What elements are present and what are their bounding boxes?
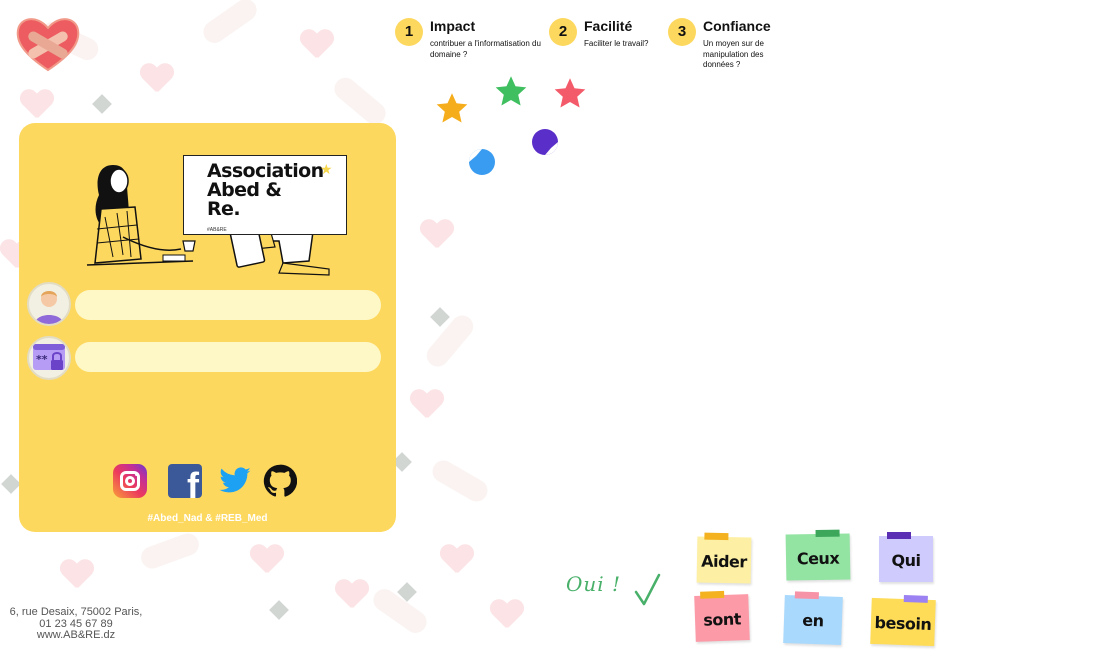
svg-text:**: ** — [36, 353, 48, 366]
dot-sticker-icon — [469, 149, 495, 175]
step-number: 2 — [549, 18, 577, 46]
team-illustration: Association Abed & Re. ★ #AB&RE — [83, 137, 347, 277]
heart-decoration — [300, 30, 334, 60]
logo-icon — [14, 14, 82, 74]
heart-decoration — [335, 580, 369, 610]
password-input[interactable] — [75, 342, 381, 372]
heart-decoration — [20, 90, 54, 120]
step-description: Un moyen sur de manipulation des données… — [703, 39, 764, 69]
facebook-glyph: f — [187, 465, 199, 499]
step-title: Impact — [430, 18, 476, 34]
twitter-icon[interactable] — [218, 464, 252, 498]
hashtag-text: #Abed_Nad & #REB_Med — [147, 513, 268, 524]
oui-handwriting: Oui ! — [566, 572, 622, 596]
facebook-icon[interactable]: f — [168, 464, 202, 498]
step-title: Confiance — [703, 18, 771, 34]
instagram-icon[interactable] — [113, 464, 147, 498]
sticky-note-label: Aider — [701, 551, 747, 572]
sticky-note-label: sont — [702, 609, 742, 630]
sticky-note-label: besoin — [874, 613, 932, 634]
diamond-decoration — [92, 94, 112, 114]
check-icon — [634, 573, 661, 606]
diamond-decoration — [269, 600, 289, 620]
star-icon — [495, 76, 527, 106]
heart-decoration — [410, 390, 444, 420]
hand-decoration — [428, 456, 492, 506]
sticky-note-label: en — [802, 610, 824, 631]
step-number: 1 — [395, 18, 423, 46]
sticky-note-aider: Aider — [696, 532, 752, 584]
diamond-decoration — [430, 307, 450, 327]
website-line: www.AB&RE.dz — [36, 629, 116, 641]
user-avatar-icon — [27, 282, 71, 326]
social-links: f — [113, 464, 303, 500]
sticky-note-sont: sont — [694, 590, 750, 642]
step-title: Facilité — [584, 18, 633, 34]
sticky-note-label: Ceux — [796, 548, 840, 569]
hand-decoration — [199, 0, 261, 48]
association-sign: Association Abed & Re. ★ #AB&RE — [183, 155, 347, 235]
heart-decoration — [140, 64, 174, 94]
username-input[interactable] — [75, 290, 381, 320]
step-number: 3 — [668, 18, 696, 46]
star-icon: ★ — [320, 161, 333, 177]
hand-decoration — [138, 530, 202, 572]
sticky-note-label: Qui — [891, 551, 921, 570]
github-icon[interactable] — [263, 464, 298, 498]
dot-sticker-icon — [532, 129, 558, 155]
address-line: 6, rue Desaix, 75002 Paris, — [9, 606, 143, 618]
heart-decoration — [60, 560, 94, 590]
sign-subtitle: #AB&RE — [207, 227, 227, 233]
hand-decoration — [329, 73, 391, 129]
heart-decoration — [250, 545, 284, 575]
hand-decoration — [422, 310, 478, 372]
sign-title: Association Abed & Re. — [207, 160, 324, 220]
heart-decoration — [440, 545, 474, 575]
star-icon — [554, 78, 586, 108]
sticky-note-en: en — [783, 591, 843, 645]
sticky-note-besoin: besoin — [870, 595, 936, 647]
sticky-note-ceux: Ceux — [785, 529, 851, 581]
heart-decoration — [420, 220, 454, 250]
diamond-decoration — [1, 474, 21, 494]
step-description: contribuer a l'informatisation du domain… — [430, 39, 541, 59]
sticky-note-qui: Qui — [879, 532, 933, 582]
footer-address: 6, rue Desaix, 75002 Paris, 01 23 45 67 … — [6, 606, 146, 642]
login-card: Association Abed & Re. ★ #AB&RE ** f #Ab… — [19, 123, 396, 532]
star-icon — [436, 93, 468, 123]
heart-decoration — [490, 600, 524, 630]
password-lock-icon: ** — [27, 336, 71, 380]
